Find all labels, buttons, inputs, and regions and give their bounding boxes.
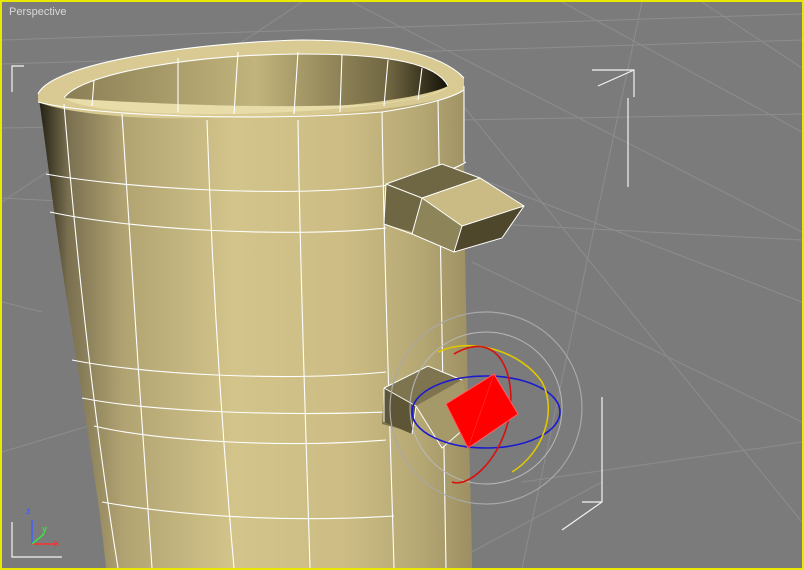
perspective-viewport[interactable]: Perspective z y x <box>0 0 804 570</box>
mug[interactable] <box>37 39 525 568</box>
viewport-label[interactable]: Perspective <box>9 6 66 18</box>
axis-tripod-icon <box>31 520 56 545</box>
axis-y-label: y <box>42 524 48 534</box>
axis-x-label: x <box>54 538 60 548</box>
scene-canvas[interactable] <box>2 2 802 568</box>
axis-tripod: z y x <box>26 506 66 554</box>
axis-z-label: z <box>26 506 31 516</box>
